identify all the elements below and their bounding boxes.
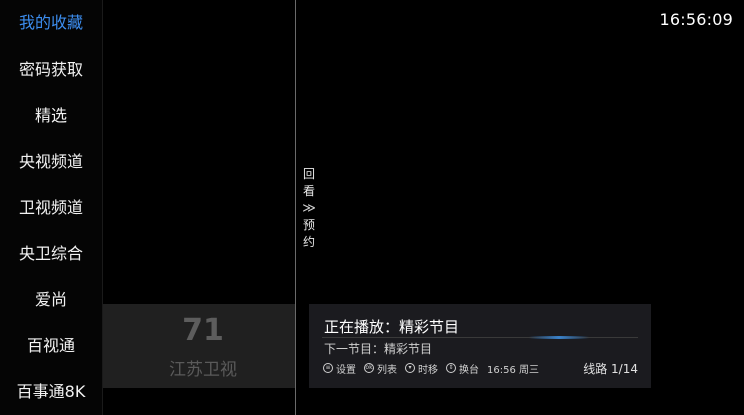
category-item-cctv[interactable]: 央视频道 bbox=[0, 146, 102, 178]
hint-switch-channel: ⇕ 换台 bbox=[446, 361, 479, 376]
hint-settings: ≡ 设置 bbox=[323, 361, 356, 376]
category-item-bestv[interactable]: 百视通 bbox=[0, 330, 102, 362]
date-time: 16:56 周三 bbox=[487, 364, 539, 376]
up-down-icon: ⇕ bbox=[446, 363, 456, 373]
schedule-label: 预约 bbox=[302, 218, 315, 249]
category-item-satellite[interactable]: 卫视频道 bbox=[0, 192, 102, 224]
now-playing: 正在播放：精彩节目 bbox=[324, 318, 460, 336]
category-item-bestv-8k[interactable]: 百事通8K bbox=[0, 376, 102, 408]
replay-label: 回看 bbox=[302, 167, 315, 198]
menu-icon: ≡ bbox=[323, 363, 333, 373]
category-item-featured[interactable]: 精选 bbox=[0, 100, 102, 132]
next-program: 下一节目：精彩节目 bbox=[324, 342, 433, 356]
program-progress bbox=[322, 337, 638, 338]
channel-number: 71 bbox=[182, 313, 224, 348]
chevron-right-icon: ≫ bbox=[302, 201, 316, 216]
hint-label: 换台 bbox=[459, 364, 479, 376]
category-item-password[interactable]: 密码获取 bbox=[0, 54, 102, 86]
channel-name: 江苏卫视 bbox=[169, 360, 237, 380]
replay-schedule-toggle[interactable]: 回看 ≫ 预约 bbox=[300, 166, 318, 251]
category-list: 我的收藏 密码获取 精选 央视频道 卫视频道 央卫综合 爱尚 百视通 百事通8K bbox=[0, 0, 102, 415]
hint-label: 列表 bbox=[377, 364, 397, 376]
ok-icon: ok bbox=[364, 363, 374, 373]
category-item-mixed[interactable]: 央卫综合 bbox=[0, 238, 102, 270]
tv-screen: 我的收藏 密码获取 精选 央视频道 卫视频道 央卫综合 爱尚 百视通 百事通8K… bbox=[0, 0, 744, 415]
clock: 16:56:09 bbox=[659, 10, 733, 29]
hint-label: 设置 bbox=[336, 364, 356, 376]
divider bbox=[295, 0, 296, 415]
hint-label: 时移 bbox=[418, 364, 438, 376]
hint-timeshift: ▾ 时移 bbox=[405, 361, 438, 376]
category-item-aishang[interactable]: 爱尚 bbox=[0, 284, 102, 316]
route-indicator: 线路 1/14 bbox=[583, 362, 638, 376]
category-item-favorites[interactable]: 我的收藏 bbox=[0, 7, 102, 39]
down-icon: ▾ bbox=[405, 363, 415, 373]
hint-list: ok 列表 bbox=[364, 361, 397, 376]
program-progress-indicator bbox=[529, 336, 589, 339]
key-hints: ≡ 设置 ok 列表 ▾ 时移 ⇕ 换台 16:56 周三 bbox=[323, 361, 539, 376]
